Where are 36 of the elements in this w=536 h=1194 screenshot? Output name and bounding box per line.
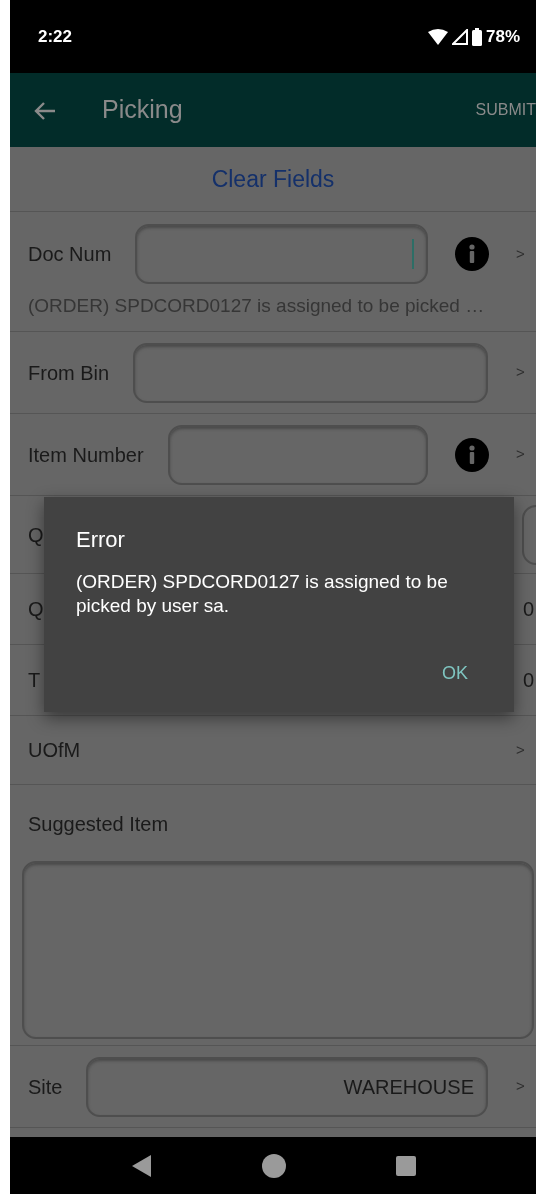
field-label: Q (28, 522, 44, 548)
wifi-icon (427, 28, 448, 45)
field-label: Site (28, 1074, 63, 1100)
clock-text: 2:22 (38, 25, 73, 48)
dialog-message: (ORDER) SPDCORD0127 is assigned to be picked by user sa. (76, 570, 449, 618)
submit-button[interactable]: SUBMIT (475, 98, 536, 122)
input-field[interactable] (133, 342, 488, 403)
input-field[interactable] (135, 224, 428, 285)
field-label: Doc Num (28, 242, 112, 268)
field-label: Item Number (28, 442, 144, 468)
field-label: From Bin (28, 360, 110, 386)
chevron-text: > (516, 362, 526, 383)
field-label: Suggested Item (28, 812, 170, 837)
screen-title: Picking (102, 94, 183, 126)
chevron-text: > (516, 1076, 526, 1097)
field-value: 0 (522, 668, 534, 693)
signal-icon (451, 28, 468, 45)
field-value: 0 (522, 597, 534, 622)
back-arrow-icon (34, 100, 56, 121)
field-label: UOfM (28, 738, 81, 763)
back-nav-icon (130, 1153, 152, 1178)
chevron-text: > (516, 739, 526, 760)
recents-nav-icon (396, 1155, 416, 1176)
text-area[interactable] (22, 861, 534, 1039)
field-label: Q (28, 597, 44, 622)
field-label: T (28, 668, 41, 693)
battery-icon (471, 27, 482, 46)
input-field[interactable]: WAREHOUSE (86, 1056, 488, 1117)
dialog-title: Error (76, 526, 126, 554)
input-field[interactable] (167, 424, 428, 485)
home-nav-icon (262, 1153, 286, 1178)
chevron-text: > (516, 244, 526, 264)
field-value: WAREHOUSE (343, 1074, 474, 1100)
battery-text: 78% (485, 25, 520, 48)
ok-button[interactable]: OK (442, 659, 468, 687)
chevron-text: > (516, 444, 526, 465)
